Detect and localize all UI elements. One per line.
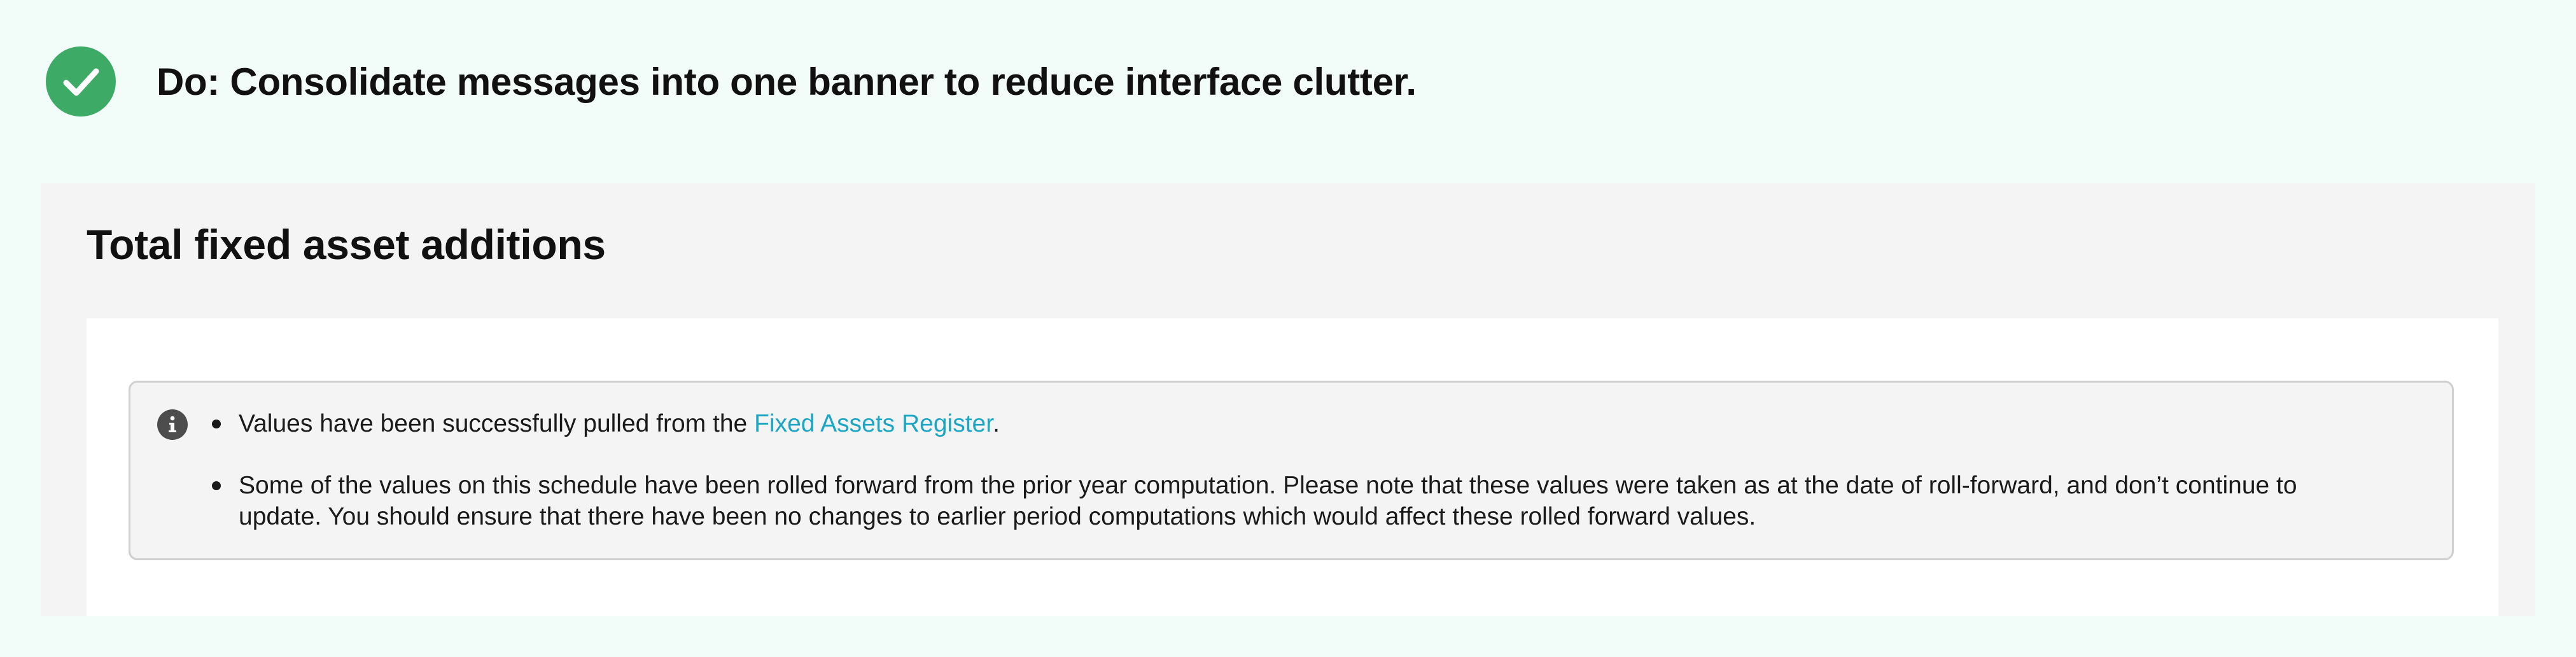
message-list: Values have been successfully pulled fro… bbox=[212, 408, 2376, 532]
check-circle-icon bbox=[46, 46, 116, 117]
message-text: Values have been successfully pulled fro… bbox=[239, 410, 755, 437]
example-frame: Total fixed asset additions Values have … bbox=[41, 183, 2535, 616]
guideline-text: Do: Consolidate messages into one banner… bbox=[157, 60, 1417, 103]
bullet bbox=[212, 420, 221, 428]
page-title: Total fixed asset additions bbox=[87, 221, 606, 268]
list-item: Values have been successfully pulled fro… bbox=[212, 408, 2376, 439]
message-punctuation: . bbox=[993, 410, 1000, 437]
fixed-assets-register-link[interactable]: Fixed Assets Register bbox=[754, 410, 993, 437]
guideline-header: Do: Consolidate messages into one banner… bbox=[46, 46, 1417, 117]
bullet bbox=[212, 481, 221, 490]
info-icon bbox=[157, 409, 188, 440]
list-item: Some of the values on this schedule have… bbox=[212, 470, 2376, 532]
content-panel: Values have been successfully pulled fro… bbox=[87, 318, 2498, 616]
message-text: Some of the values on this schedule have… bbox=[239, 472, 2297, 530]
info-banner: Values have been successfully pulled fro… bbox=[129, 381, 2454, 560]
